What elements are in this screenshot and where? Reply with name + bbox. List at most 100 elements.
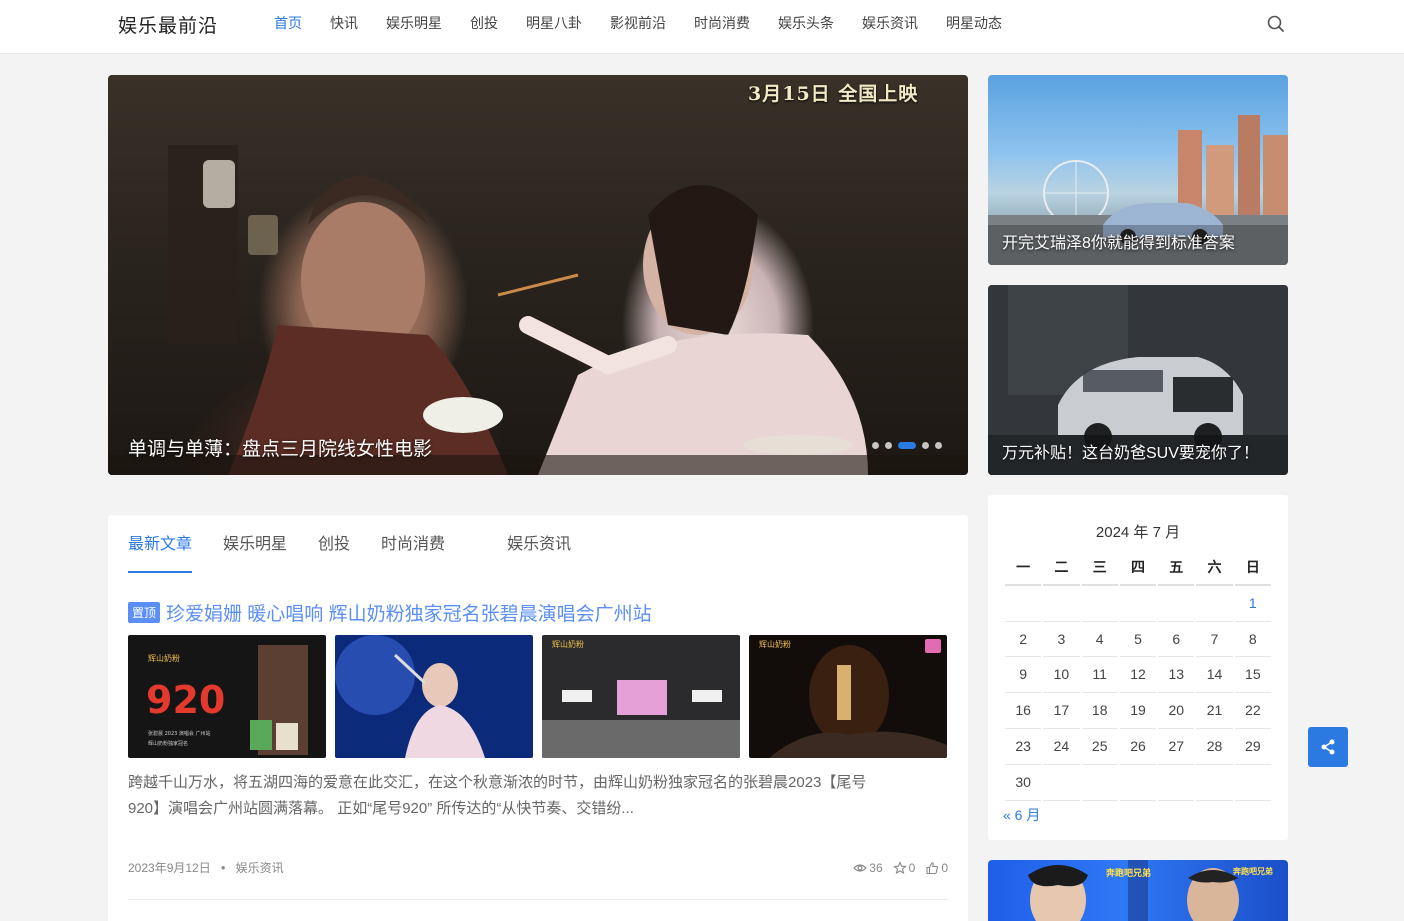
calendar-day: 2 — [1005, 622, 1042, 658]
calendar-day: 29 — [1234, 729, 1271, 765]
calendar-header-row: 一 二 三 四 五 六 日 — [1004, 550, 1272, 586]
thumb-text-920: 920 — [146, 678, 225, 722]
post-thumbnail[interactable] — [335, 635, 533, 758]
calendar-day: 19 — [1119, 693, 1157, 729]
tab-venture[interactable]: 创投 — [318, 535, 350, 573]
calendar-day: 10 — [1043, 657, 1080, 694]
calendar-day: 4 — [1081, 622, 1118, 658]
nav-item-home[interactable]: 首页 — [274, 13, 302, 33]
excerpt-line: 跨越千山万水，将五湖四海的爱意在此交汇，在这个秋意渐浓的时节，由辉山奶粉独家冠名… — [128, 774, 867, 791]
side-card-caption: 万元补贴！这台奶爸SUV要宠你了！ — [1002, 445, 1259, 462]
nav-item-headlines[interactable]: 娱乐头条 — [778, 13, 834, 33]
weekday-label: 五 — [1158, 550, 1195, 586]
calendar-day: 25 — [1081, 729, 1118, 765]
tab-celebrities[interactable]: 娱乐明星 — [223, 535, 287, 573]
nav-item-fashion[interactable]: 时尚消费 — [694, 13, 750, 33]
calendar-day: 9 — [1005, 657, 1042, 694]
side-card-sedan[interactable]: 开完艾瑞泽8你就能得到标准答案 — [988, 75, 1288, 265]
calendar-day: 22 — [1234, 693, 1271, 729]
thumb-text-sponsor: 辉山奶粉独家冠名 — [148, 740, 188, 747]
article-tabs: 最新文章 娱乐明星 创投 时尚消费 娱乐资讯 — [128, 535, 602, 575]
show-image: 奔跑吧兄弟 奔跑吧兄弟 — [1028, 860, 1273, 921]
calendar-day — [1043, 586, 1080, 622]
side-card-suv[interactable]: 万元补贴！这台奶爸SUV要宠你了！ — [988, 285, 1288, 475]
calendar-prev-month-link[interactable]: « 6 月 — [1003, 805, 1040, 825]
calendar-week-row: 30 — [1004, 765, 1272, 801]
show-badge-left: 奔跑吧兄弟 — [1105, 867, 1151, 879]
calendar-day: 8 — [1234, 622, 1271, 658]
slider-dots — [872, 442, 948, 449]
tab-fashion[interactable]: 时尚消费 — [381, 535, 445, 573]
calendar-day — [1119, 765, 1157, 801]
slider-dot[interactable] — [935, 442, 942, 449]
weekday-label: 二 — [1043, 550, 1080, 586]
slider-dot[interactable] — [885, 442, 892, 449]
calendar-day — [1081, 765, 1118, 801]
favorite-button[interactable]: 0 — [892, 860, 916, 875]
divider — [128, 899, 948, 900]
nav-item-news-flash[interactable]: 快讯 — [330, 13, 358, 33]
nav-item-ent-info[interactable]: 娱乐资讯 — [862, 13, 918, 33]
calendar-day: 24 — [1043, 729, 1080, 765]
tab-ent-info[interactable]: 娱乐资讯 — [507, 535, 571, 573]
slider-dot[interactable] — [872, 442, 879, 449]
thumb-text-brand: 辉山奶粉 — [552, 639, 584, 649]
calendar-day: 6 — [1158, 622, 1195, 658]
site-logo[interactable]: 娱乐最前沿 — [118, 11, 218, 38]
post-thumbnails: 920 辉山奶粉 张碧晨 2023 演唱会 广州站 辉山奶粉独家冠名 辉山奶粉 … — [128, 635, 956, 758]
nav-item-film[interactable]: 影视前沿 — [610, 13, 666, 33]
calendar-day: 28 — [1196, 729, 1233, 765]
calendar-day: 30 — [1005, 765, 1042, 801]
search-icon[interactable] — [1266, 14, 1286, 34]
calendar-day: 27 — [1158, 729, 1195, 765]
nav-item-celebrities[interactable]: 娱乐明星 — [386, 13, 442, 33]
calendar-day-today[interactable]: 1 — [1234, 586, 1271, 622]
calendar-day — [1196, 765, 1233, 801]
post-thumbnail[interactable]: 920 辉山奶粉 张碧晨 2023 演唱会 广州站 辉山奶粉独家冠名 — [128, 635, 326, 758]
calendar-day: 16 — [1005, 693, 1042, 729]
post-stats: 36 0 0 — [843, 861, 948, 875]
hero-slider[interactable]: 3月15日 全国上映 单调与单薄：盘点三月院线女性电影 — [108, 75, 968, 475]
slide-caption[interactable]: 单调与单薄：盘点三月院线女性电影 — [128, 434, 432, 461]
post-thumbnail[interactable]: 辉山奶粉 — [542, 635, 740, 758]
post-title-link[interactable]: 珍爱娟姗 暖心唱响 辉山奶粉独家冠名张碧晨演唱会广州站 — [166, 599, 652, 626]
post-category-link[interactable]: 娱乐资讯 — [236, 859, 284, 876]
nav-item-star-updates[interactable]: 明星动态 — [946, 13, 1002, 33]
share-button[interactable] — [1308, 727, 1348, 767]
weekday-label: 日 — [1234, 550, 1271, 586]
calendar-day: 13 — [1158, 657, 1195, 694]
calendar-day: 23 — [1005, 729, 1042, 765]
calendar-day — [1196, 586, 1233, 622]
post-excerpt: 跨越千山万水，将五湖四海的爱意在此交汇，在这个秋意渐浓的时节，由辉山奶粉独家冠名… — [128, 770, 948, 822]
calendar-day: 21 — [1196, 693, 1233, 729]
post-thumbnail[interactable]: 辉山奶粉 — [749, 635, 947, 758]
post-title-row: 置顶 珍爱娟姗 暖心唱响 辉山奶粉独家冠名张碧晨演唱会广州站 — [128, 599, 652, 626]
slider-dot[interactable] — [922, 442, 929, 449]
weekday-label: 三 — [1081, 550, 1118, 586]
star-icon — [892, 860, 907, 874]
calendar-day — [1043, 765, 1080, 801]
eye-icon — [853, 863, 868, 872]
favorite-count: 0 — [908, 860, 916, 875]
side-card-show[interactable]: 奔跑吧兄弟 奔跑吧兄弟 — [988, 860, 1288, 921]
site-header: 娱乐最前沿 首页 快讯 娱乐明星 创投 明星八卦 影视前沿 时尚消费 娱乐头条 … — [0, 0, 1404, 54]
calendar-day: 26 — [1119, 729, 1157, 765]
calendar-grid: 一 二 三 四 五 六 日 1 2 3 4 5 6 7 8 9 10 11 12… — [1004, 550, 1272, 801]
hero-slide-image — [108, 145, 968, 475]
calendar-week-row: 9 10 11 12 13 14 15 — [1004, 657, 1272, 694]
tab-latest[interactable]: 最新文章 — [128, 535, 193, 573]
calendar-day: 7 — [1196, 622, 1233, 658]
calendar-day: 18 — [1081, 693, 1118, 729]
calendar-day — [1119, 586, 1157, 622]
like-button[interactable]: 0 — [925, 861, 948, 875]
slider-dot-active[interactable] — [898, 442, 916, 449]
calendar-day: 5 — [1119, 622, 1157, 658]
release-date-badge: 3月15日 全国上映 — [748, 83, 919, 105]
calendar-day: 14 — [1196, 657, 1233, 694]
calendar-week-row: 1 — [1004, 586, 1272, 622]
calendar-day — [1158, 765, 1195, 801]
nav-item-venture[interactable]: 创投 — [470, 13, 498, 33]
weekday-label: 一 — [1005, 550, 1042, 586]
nav-item-gossip[interactable]: 明星八卦 — [526, 13, 582, 33]
calendar-day: 12 — [1119, 657, 1157, 694]
